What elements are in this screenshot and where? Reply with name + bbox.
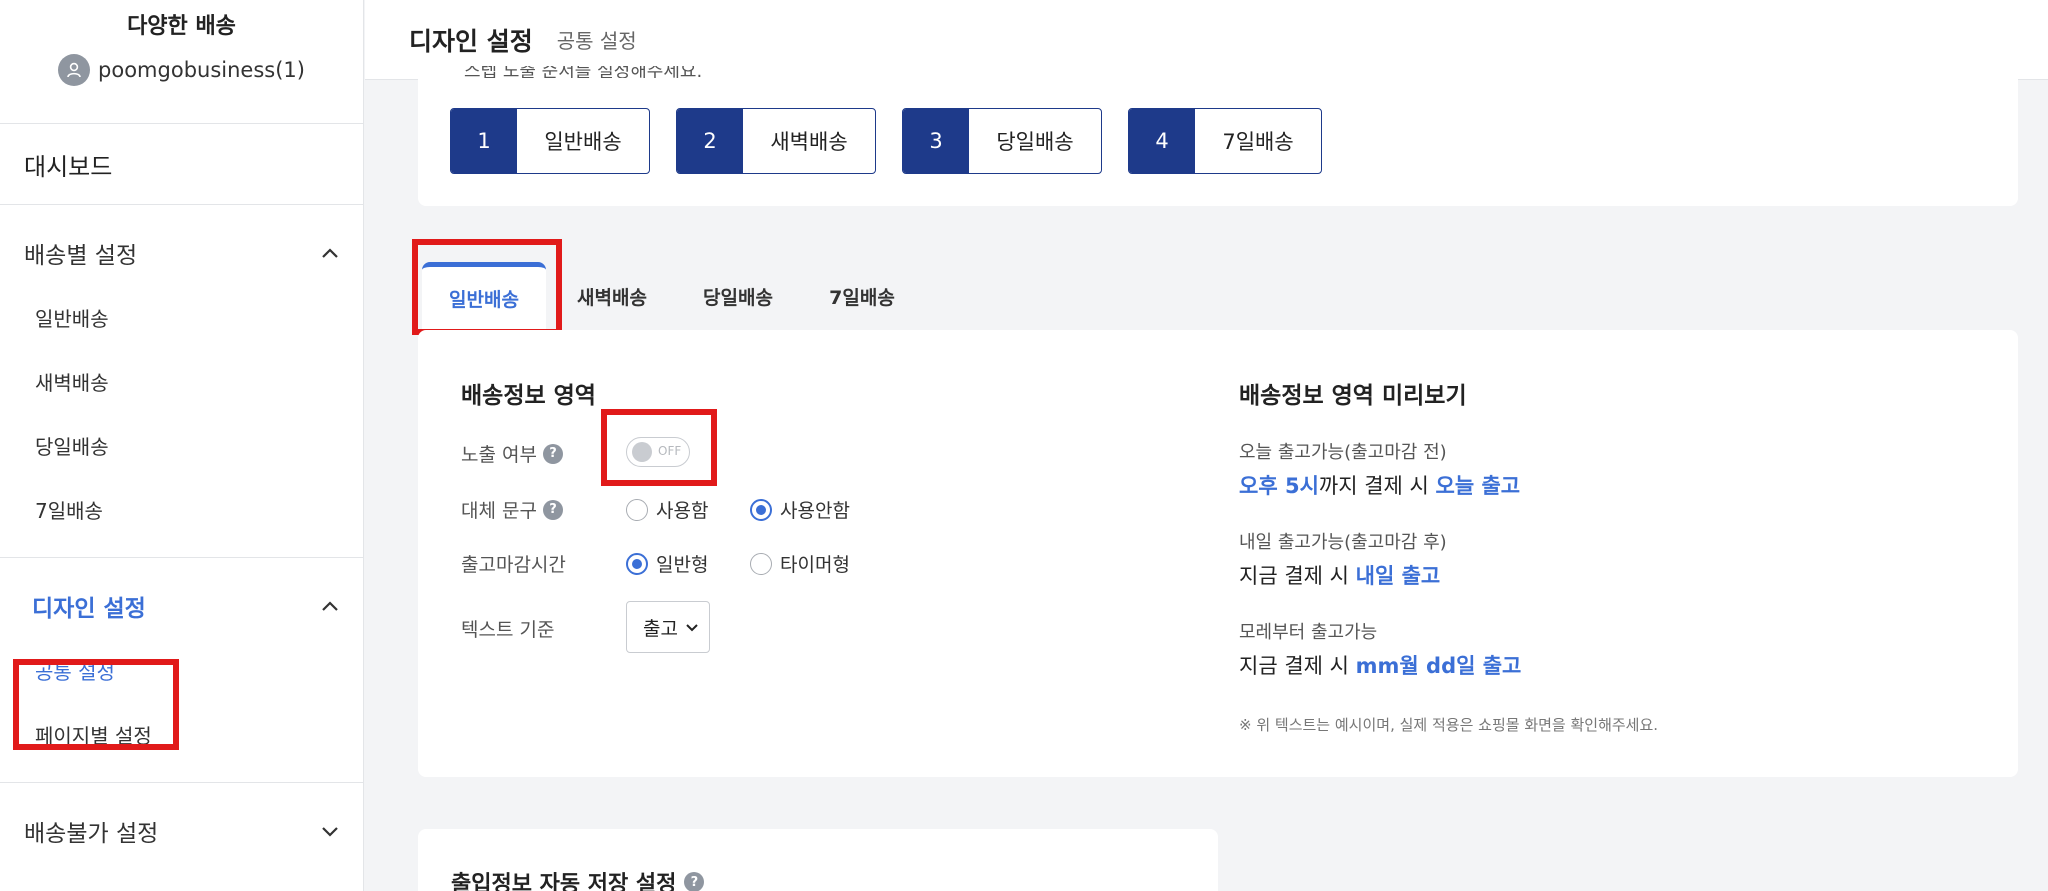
- step-chip-1[interactable]: 1 일반배송: [450, 108, 650, 174]
- sidebar-item-dashboard[interactable]: 대시보드: [0, 124, 363, 204]
- step-label: 일반배송: [544, 130, 622, 154]
- exposure-label: 노출 여부 ?: [461, 440, 563, 467]
- tab-dawn-delivery[interactable]: 새벽배송: [550, 262, 674, 330]
- preview-highlight: 오늘 출고: [1435, 474, 1521, 498]
- cutoff-timer-radio[interactable]: 타이머형: [750, 550, 850, 577]
- sidebar-group-design: 디자인 설정 공통 설정 페이지별 설정: [0, 574, 363, 783]
- chevron-down-icon: [686, 624, 698, 632]
- page-subtitle: 공통 설정: [556, 29, 637, 53]
- step-number: 2: [677, 109, 743, 173]
- tab-7day-delivery[interactable]: 7일배송: [800, 262, 924, 330]
- radio-unchecked-icon: [626, 498, 648, 521]
- step-label: 새벽배송: [770, 130, 848, 154]
- section-title: 배송정보 영역: [461, 383, 596, 409]
- preview-text: 까지 결제 시: [1318, 474, 1436, 498]
- text-basis-label-text: 텍스트 기준: [461, 619, 555, 641]
- preview-note: ※ 위 텍스트는 예시이며, 실제 적용은 쇼핑몰 화면을 확인해주세요.: [1239, 716, 1659, 734]
- step-number: 3: [903, 109, 969, 173]
- text-basis-select[interactable]: 출고: [626, 601, 710, 653]
- preview-text: 지금 결제 시: [1239, 564, 1356, 588]
- preview-case1-label: 오늘 출고가능(출고마감 전): [1239, 442, 1447, 463]
- preview-case1-text: 오후 5시까지 결제 시 오늘 출고: [1239, 470, 1520, 500]
- sidebar-item-page-settings[interactable]: 페이지별 설정: [0, 702, 363, 766]
- radio-unchecked-icon: [750, 552, 772, 575]
- user-avatar-icon: [58, 54, 91, 86]
- help-icon[interactable]: ?: [542, 443, 563, 464]
- preview-case3-label: 모레부터 출고가능: [1239, 622, 1378, 643]
- store-name: 다양한 배송: [127, 14, 236, 39]
- step-order-caption: 스텝 노출 순서를 설정해주세요.: [464, 66, 703, 78]
- preview-highlight: 오후 5시: [1239, 474, 1319, 498]
- auto-save-title-text: 출입정보 자동 저장 설정: [451, 872, 677, 891]
- preview-case2-text: 지금 결제 시 내일 출고: [1239, 560, 1440, 590]
- cutoff-normal-radio[interactable]: 일반형: [626, 550, 708, 577]
- exposure-label-text: 노출 여부: [461, 444, 537, 466]
- cutoff-label-text: 출고마감시간: [461, 554, 566, 576]
- step-chip-4[interactable]: 4 7일배송: [1128, 108, 1322, 174]
- alt-text-label: 대체 문구 ?: [461, 496, 563, 523]
- sidebar-group-delivery: 배송별 설정 일반배송 새벽배송 당일배송 7일배송: [0, 221, 363, 558]
- preview-title: 배송정보 영역 미리보기: [1239, 383, 1467, 409]
- radio-label: 사용안함: [780, 500, 850, 522]
- text-basis-label: 텍스트 기준: [461, 615, 554, 642]
- cutoff-label: 출고마감시간: [461, 550, 566, 577]
- step-number: 1: [451, 109, 517, 173]
- sidebar-header: 다양한 배송 poomgobusiness(1): [0, 0, 363, 124]
- step-chip-3[interactable]: 3 당일배송: [902, 108, 1102, 174]
- sidebar-group-delivery-title[interactable]: 배송별 설정: [0, 221, 363, 285]
- step-number: 4: [1129, 109, 1195, 173]
- auto-save-title: 출입정보 자동 저장 설정 ?: [451, 866, 705, 891]
- sidebar-item-sameday[interactable]: 당일배송: [0, 413, 363, 477]
- select-value: 출고: [643, 617, 678, 640]
- step-chip-2[interactable]: 2 새벽배송: [676, 108, 876, 174]
- preview-highlight: 내일 출고: [1355, 564, 1441, 588]
- alt-not-use-radio[interactable]: 사용안함: [750, 496, 850, 523]
- alt-use-radio[interactable]: 사용함: [626, 496, 708, 523]
- help-icon[interactable]: ?: [542, 499, 563, 520]
- radio-checked-icon: [750, 498, 772, 521]
- preview-case2-label: 내일 출고가능(출고마감 후): [1239, 532, 1447, 553]
- radio-label: 타이머형: [780, 554, 850, 576]
- user-info[interactable]: poomgobusiness(1): [0, 54, 363, 86]
- radio-checked-icon: [626, 552, 648, 575]
- sidebar-group-design-title[interactable]: 디자인 설정: [0, 574, 363, 638]
- help-icon[interactable]: ?: [684, 872, 705, 891]
- sidebar: 다양한 배송 poomgobusiness(1) 대시보드 배송별 설정 일반배…: [0, 0, 364, 891]
- preview-highlight: mm월 dd일 출고: [1355, 654, 1522, 678]
- sidebar-group-undeliverable: 배송불가 설정: [0, 799, 363, 863]
- sidebar-item-dawn[interactable]: 새벽배송: [0, 349, 363, 413]
- sidebar-item-7day[interactable]: 7일배송: [0, 477, 363, 541]
- exposure-toggle[interactable]: OFF: [626, 437, 690, 467]
- chevron-up-icon: [322, 248, 338, 258]
- radio-label: 일반형: [656, 554, 709, 576]
- step-label: 당일배송: [996, 130, 1074, 154]
- toggle-state-text: OFF: [658, 444, 682, 458]
- user-name: poomgobusiness(1): [98, 58, 305, 82]
- toggle-knob: [632, 442, 652, 462]
- sidebar-group-label: 배송별 설정: [24, 243, 138, 269]
- tab-normal-delivery[interactable]: 일반배송: [422, 262, 546, 330]
- radio-label: 사용함: [656, 500, 709, 522]
- chevron-down-icon: [322, 827, 338, 837]
- tab-sameday-delivery[interactable]: 당일배송: [676, 262, 800, 330]
- sidebar-dashboard-section: 대시보드: [0, 124, 363, 205]
- preview-text: 지금 결제 시: [1239, 654, 1356, 678]
- sidebar-group-undeliverable-title[interactable]: 배송불가 설정: [0, 799, 363, 863]
- sidebar-item-normal[interactable]: 일반배송: [0, 285, 363, 349]
- alt-text-label-text: 대체 문구: [461, 500, 537, 522]
- sidebar-group-label: 디자인 설정: [32, 596, 146, 622]
- chevron-up-icon: [322, 601, 338, 611]
- preview-case3-text: 지금 결제 시 mm월 dd일 출고: [1239, 650, 1521, 680]
- page-title: 디자인 설정: [409, 26, 533, 56]
- sidebar-group-label: 배송불가 설정: [24, 821, 159, 847]
- step-label: 7일배송: [1222, 130, 1294, 154]
- step-order-caption-clipped: 스텝 노출 순서를 설정해주세요.: [464, 66, 724, 78]
- sidebar-item-common-settings[interactable]: 공통 설정: [0, 638, 363, 702]
